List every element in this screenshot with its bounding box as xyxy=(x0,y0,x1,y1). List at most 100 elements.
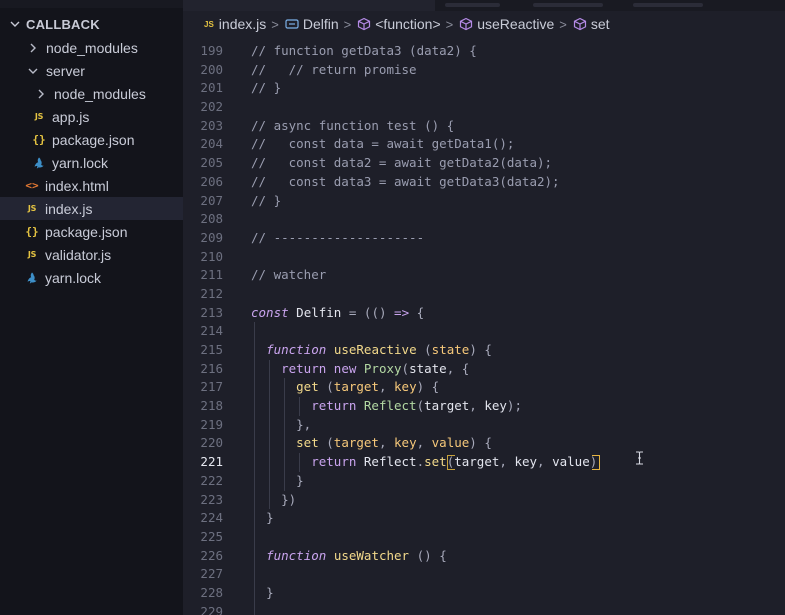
line-number: 229 xyxy=(200,603,223,615)
code-line: 213 const Delfin = (() => { xyxy=(183,304,785,323)
tree-item[interactable]: <> index.html xyxy=(0,174,183,197)
code-text: // function getData3 (data2) { xyxy=(251,42,477,61)
breadcrumb-symbol-delfin[interactable]: Delfin xyxy=(285,16,339,32)
tab-bar xyxy=(183,0,785,11)
tree-item[interactable]: yarn.lock xyxy=(0,266,183,289)
tree-item[interactable]: JS index.js xyxy=(0,197,183,220)
code-token: ); xyxy=(506,398,522,414)
code-token: { xyxy=(484,342,492,357)
explorer-section-header[interactable]: CALLBACK xyxy=(0,13,183,35)
line-number: 225 xyxy=(200,528,223,544)
code-line: 214 xyxy=(183,322,785,341)
breadcrumb-separator: > xyxy=(445,16,454,32)
tree-item[interactable]: {} package.json xyxy=(0,128,183,151)
line-number: 222 xyxy=(200,472,223,488)
tree-item[interactable]: JS app.js xyxy=(0,105,183,128)
chevron-right-icon xyxy=(38,89,44,98)
code-line: 217 get (target, key) { xyxy=(183,378,785,398)
line-number: 226 xyxy=(200,547,223,563)
chevron-right-icon xyxy=(30,43,36,52)
breadcrumb-file[interactable]: JS index.js xyxy=(204,16,266,32)
code-text: // // return promise xyxy=(251,61,417,80)
code-token: // // return promise xyxy=(251,61,417,77)
code-token: target xyxy=(454,454,500,470)
code-line: 216 return new Proxy(state, { xyxy=(183,359,785,379)
json-file-icon: {} xyxy=(32,133,46,146)
line-number: 220 xyxy=(200,435,223,451)
tab-placeholder[interactable] xyxy=(533,3,603,7)
code-line: 224 } xyxy=(183,509,785,528)
method-cube-icon xyxy=(358,17,371,31)
breadcrumb-function[interactable]: <function> xyxy=(357,16,441,32)
code-token: { xyxy=(484,435,492,451)
line-number: 202 xyxy=(200,99,223,115)
tab-placeholder[interactable] xyxy=(445,3,500,7)
code-text: // async function test () { xyxy=(251,117,454,136)
code-line: 206 // const data3 = await getData3(data2… xyxy=(183,173,785,192)
tree-item[interactable]: node_modules xyxy=(0,36,183,59)
code-area[interactable]: 199 // function getData3 (data2) {200 // /… xyxy=(183,42,785,615)
breadcrumb-symbol-label: Delfin xyxy=(302,16,339,32)
tree-item-label: index.js xyxy=(45,200,93,217)
tree-item[interactable]: yarn.lock xyxy=(0,151,183,174)
code-token: ( xyxy=(401,360,410,376)
line-number: 214 xyxy=(200,323,223,339)
code-line: 207 // } xyxy=(183,192,785,211)
tree-item[interactable]: {} package.json xyxy=(0,220,183,243)
code-line: 215 function useReactive (state) { xyxy=(183,341,785,360)
code-token: // } xyxy=(251,192,282,208)
tree-item[interactable]: node_modules xyxy=(0,82,183,105)
code-text: }, xyxy=(251,416,311,435)
code-line: 205 // const data2 = await getData2(data)… xyxy=(183,154,785,173)
code-token: } xyxy=(266,584,274,600)
code-token: useWatcher xyxy=(333,547,410,563)
code-token: , xyxy=(499,454,507,470)
tree-item[interactable]: server xyxy=(0,59,183,82)
code-text: set (target, key, value) { xyxy=(251,434,492,453)
line-number: 208 xyxy=(200,211,223,227)
code-line: 210 xyxy=(183,248,785,267)
code-line: 199 // function getData3 (data2) { xyxy=(183,42,785,61)
code-token: } xyxy=(296,472,304,488)
breadcrumb-method-usereactive[interactable]: useReactive xyxy=(459,16,554,32)
line-number: 209 xyxy=(200,229,223,245)
code-token: return xyxy=(281,360,327,376)
code-line: 221 return Reflect.set(target, key, valu… xyxy=(183,453,785,472)
json-file-icon: {} xyxy=(25,225,39,238)
tree-item[interactable]: JS validator.js xyxy=(0,243,183,266)
code-token: }) xyxy=(281,491,297,507)
code-token: return xyxy=(311,398,357,414)
breadcrumb-function-label: <function> xyxy=(375,16,441,32)
code-token: => xyxy=(394,304,410,320)
editor-pane: JS index.js > Delfin > <function> > useR… xyxy=(183,0,785,615)
code-token: Proxy xyxy=(363,360,402,376)
code-text: // const data = await getData1(); xyxy=(251,135,514,154)
line-number: 203 xyxy=(200,117,223,133)
line-number: 221 xyxy=(200,454,223,470)
code-text: } xyxy=(251,584,274,603)
code-token: target xyxy=(333,435,379,451)
tab-index-js[interactable] xyxy=(183,0,435,11)
indent-guide xyxy=(254,527,256,547)
line-number: 218 xyxy=(200,398,223,414)
breadcrumb-method-set[interactable]: set xyxy=(573,16,610,32)
indent-guide xyxy=(254,322,256,341)
tab-placeholder[interactable] xyxy=(633,3,703,7)
code-token: Reflect xyxy=(363,398,417,414)
